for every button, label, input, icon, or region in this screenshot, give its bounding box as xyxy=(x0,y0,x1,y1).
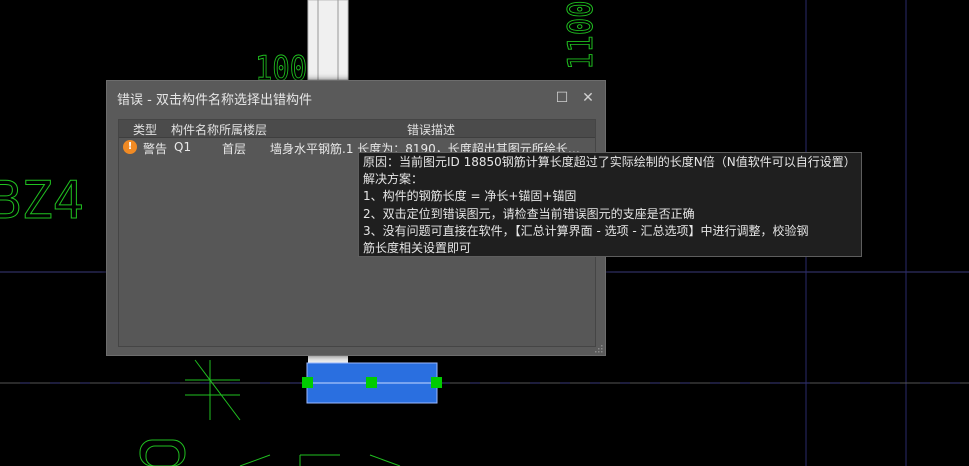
dimension-label: 1100 xyxy=(562,0,601,70)
grip-point xyxy=(431,377,442,388)
tooltip-line: 筋长度相关设置即可 xyxy=(363,241,472,256)
row-type: 警告 xyxy=(143,142,168,156)
row-component-name[interactable]: Q1 xyxy=(174,140,191,154)
close-icon[interactable]: ✕ xyxy=(577,87,599,109)
tooltip-line: 1、构件的钢筋长度 = 净长+锚固+锚固 xyxy=(363,189,577,204)
dialog-title: 错误 - 双击构件名称选择出错构件 xyxy=(117,93,312,108)
wall-element xyxy=(307,0,349,81)
maximize-icon[interactable]: ☐ xyxy=(551,87,573,109)
column-header-name[interactable]: 构件名称 xyxy=(171,121,219,138)
grip-point xyxy=(366,377,377,388)
column-header-floor[interactable]: 所属楼层 xyxy=(219,121,267,138)
tooltip-line: 3、没有问题可直接在软件，【汇总计算界面 - 选项 - 汇总选项】中进行调整，校… xyxy=(363,223,809,238)
warning-icon: ! xyxy=(123,140,137,154)
row-floor: 首层 xyxy=(222,142,247,156)
tooltip-line: 解决方案： xyxy=(363,172,424,187)
component-label: BZ4 xyxy=(0,171,84,231)
dialog-titlebar[interactable]: 错误 - 双击构件名称选择出错构件 ☐ ✕ xyxy=(107,81,605,115)
tooltip-line: 原因：当前图元ID 18850钢筋计算长度超过了实际绘制的长度N倍（N值软件可以… xyxy=(363,155,856,169)
column-header-description[interactable]: 错误描述 xyxy=(407,121,455,138)
column-header-type[interactable]: 类型 xyxy=(133,121,157,138)
tooltip-line: 2、双击定位到错误图元，请检查当前错误图元的支座是否正确 xyxy=(363,206,695,221)
error-tooltip: 原因：当前图元ID 18850钢筋计算长度超过了实际绘制的长度N倍（N值软件可以… xyxy=(358,152,862,257)
table-header: 类型 构件名称 所属楼层 错误描述 xyxy=(119,120,595,138)
grip-point xyxy=(302,377,313,388)
resize-grip-icon[interactable] xyxy=(595,345,603,353)
